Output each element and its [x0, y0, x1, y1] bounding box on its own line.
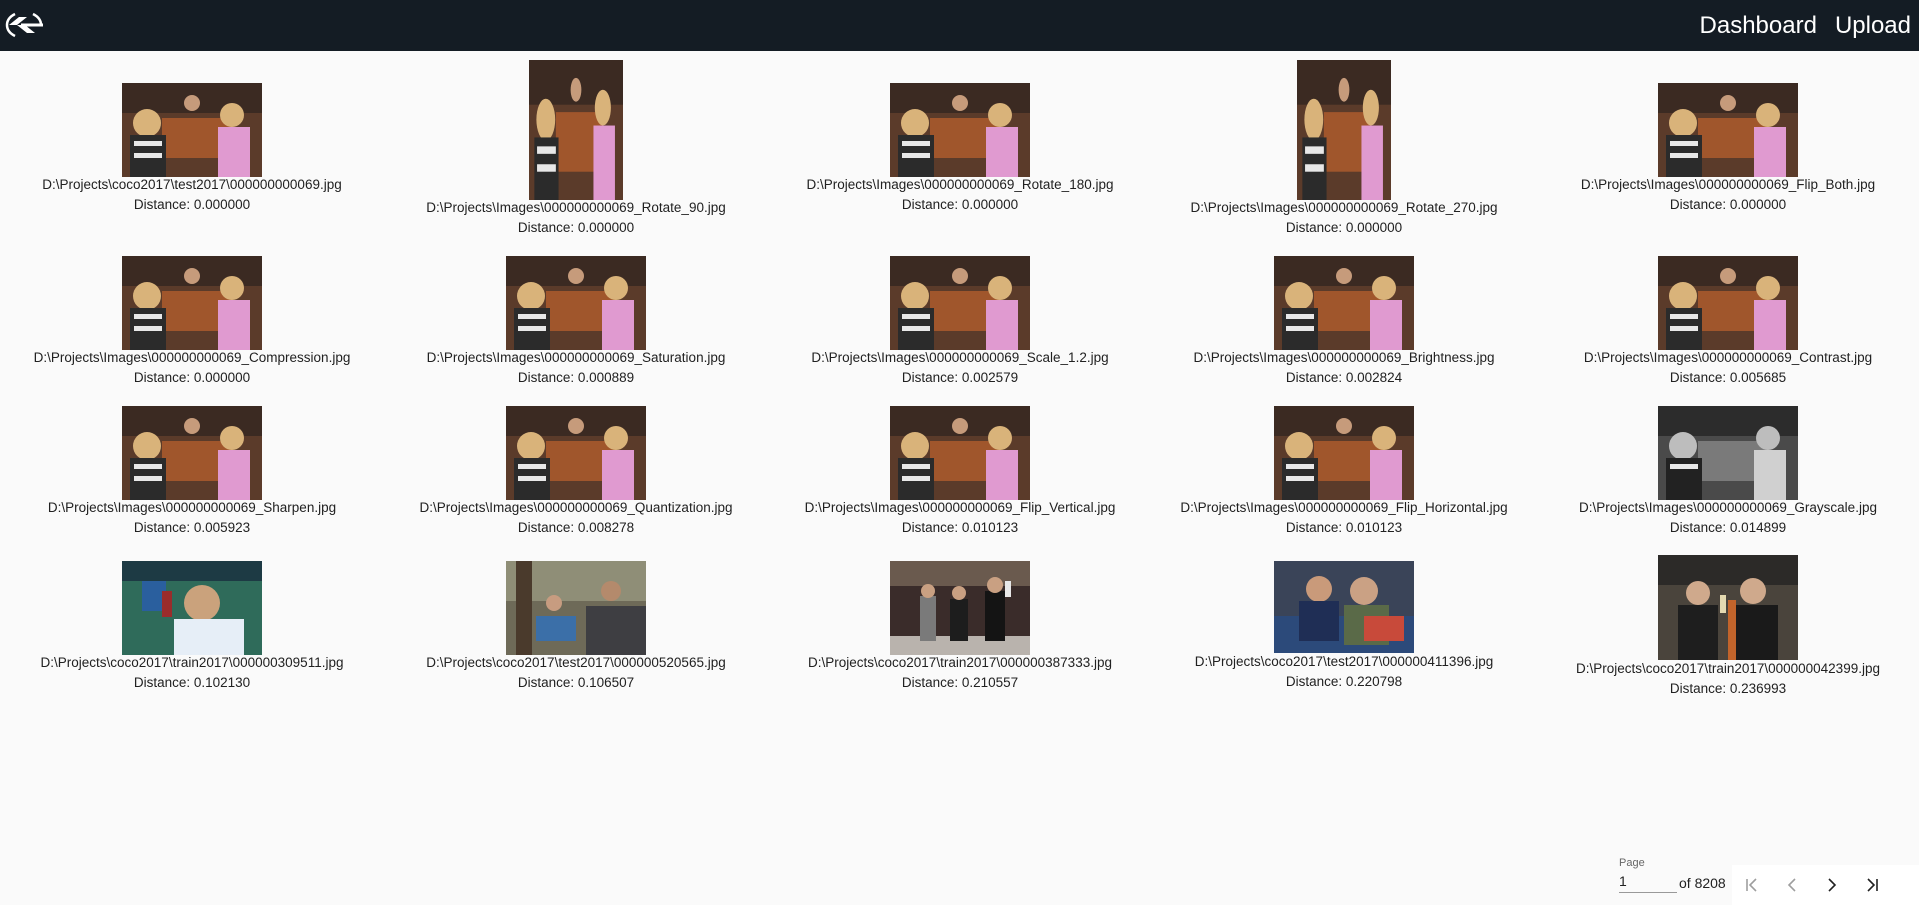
- result-path: D:\Projects\Images\000000000069_Rotate_9…: [426, 200, 726, 215]
- result-thumbnail[interactable]: [890, 83, 1030, 177]
- result-thumbnail[interactable]: [1658, 555, 1798, 660]
- result-path: D:\Projects\coco2017\test2017\0000005205…: [426, 655, 726, 670]
- result-card: D:\Projects\coco2017\train2017\000000042…: [1536, 527, 1919, 707]
- result-thumbnail[interactable]: [122, 256, 262, 350]
- result-thumbnail[interactable]: [890, 561, 1030, 655]
- first-page-icon: [1746, 878, 1757, 892]
- result-distance: Distance: 0.000000: [133, 197, 251, 212]
- nav-dashboard[interactable]: Dashboard: [1696, 0, 1821, 51]
- first-page-button[interactable]: [1732, 865, 1772, 905]
- result-card: D:\Projects\coco2017\train2017\000000309…: [0, 527, 384, 707]
- result-distance: Distance: 0.102130: [133, 675, 251, 690]
- result-path: D:\Projects\Images\000000000069_Flip_Hor…: [1180, 500, 1508, 515]
- result-card: D:\Projects\Images\000000000069_Flip_Hor…: [1152, 373, 1536, 553]
- result-thumbnail[interactable]: [1274, 256, 1414, 350]
- result-path: D:\Projects\Images\000000000069_Contrast…: [1583, 350, 1873, 365]
- last-page-button[interactable]: [1852, 865, 1892, 905]
- result-thumbnail[interactable]: [1658, 83, 1798, 177]
- result-path: D:\Projects\coco2017\train2017\000000042…: [1576, 661, 1880, 676]
- pager-buttons: [1732, 865, 1919, 905]
- top-nav: Dashboard Upload: [1696, 0, 1919, 51]
- result-path: D:\Projects\Images\000000000069_Rotate_2…: [1190, 200, 1498, 215]
- result-path: D:\Projects\Images\000000000069_Saturati…: [426, 350, 726, 365]
- result-path: D:\Projects\Images\000000000069_Compress…: [33, 350, 351, 365]
- next-page-icon: [1828, 878, 1837, 892]
- result-card: D:\Projects\coco2017\test2017\0000000000…: [0, 51, 384, 231]
- result-card: D:\Projects\Images\000000000069_Flip_Ver…: [768, 373, 1152, 553]
- result-thumbnail[interactable]: [506, 561, 646, 655]
- result-card: D:\Projects\Images\000000000069_Grayscal…: [1536, 373, 1919, 553]
- result-path: D:\Projects\Images\000000000069_Quantiza…: [419, 500, 733, 515]
- result-distance: Distance: 0.000000: [1669, 197, 1787, 212]
- page-label: Page: [1619, 857, 1645, 869]
- result-thumbnail[interactable]: [1274, 406, 1414, 500]
- result-path: D:\Projects\Images\000000000069_Grayscal…: [1579, 500, 1877, 515]
- result-thumbnail[interactable]: [1658, 256, 1798, 350]
- result-distance: Distance: 0.106507: [517, 675, 635, 690]
- result-thumbnail[interactable]: [122, 561, 262, 655]
- result-card: D:\Projects\Images\000000000069_Rotate_9…: [384, 51, 768, 235]
- result-path: D:\Projects\coco2017\test2017\0000004113…: [1194, 654, 1494, 669]
- result-card: D:\Projects\Images\000000000069_Flip_Bot…: [1536, 51, 1919, 231]
- result-path: D:\Projects\Images\000000000069_Sharpen.…: [47, 500, 337, 515]
- result-thumbnail[interactable]: [890, 406, 1030, 500]
- result-distance: Distance: 0.236993: [1669, 681, 1787, 696]
- result-path: D:\Projects\coco2017\train2017\000000387…: [808, 655, 1112, 670]
- result-thumbnail[interactable]: [1274, 561, 1414, 653]
- top-app-bar: Dashboard Upload: [0, 0, 1919, 51]
- result-path: D:\Projects\coco2017\test2017\0000000000…: [42, 177, 342, 192]
- result-thumbnail[interactable]: [529, 60, 623, 200]
- paginator: Page of 8208: [1619, 845, 1919, 905]
- result-card: D:\Projects\coco2017\train2017\000000387…: [768, 527, 1152, 707]
- result-distance: Distance: 0.220798: [1285, 674, 1403, 689]
- result-path: D:\Projects\Images\000000000069_Brightne…: [1193, 350, 1495, 365]
- result-thumbnail[interactable]: [122, 83, 262, 177]
- result-distance: Distance: 0.210557: [901, 675, 1019, 690]
- last-page-icon: [1867, 878, 1878, 892]
- result-card: D:\Projects\coco2017\test2017\0000005205…: [384, 527, 768, 707]
- next-page-button[interactable]: [1812, 865, 1852, 905]
- result-path: D:\Projects\Images\000000000069_Flip_Ver…: [804, 500, 1116, 515]
- result-card: D:\Projects\coco2017\test2017\0000004113…: [1152, 527, 1536, 707]
- result-card: D:\Projects\Images\000000000069_Quantiza…: [384, 373, 768, 553]
- previous-page-icon: [1787, 878, 1796, 892]
- page-count: of 8208: [1679, 875, 1726, 891]
- result-thumbnail[interactable]: [890, 256, 1030, 350]
- result-card: D:\Projects\Images\000000000069_Sharpen.…: [0, 373, 384, 553]
- result-thumbnail[interactable]: [506, 406, 646, 500]
- result-thumbnail[interactable]: [1658, 406, 1798, 500]
- previous-page-button[interactable]: [1772, 865, 1812, 905]
- result-card: D:\Projects\Images\000000000069_Rotate_2…: [1152, 51, 1536, 235]
- logo-icon[interactable]: [3, 8, 45, 42]
- result-path: D:\Projects\Images\000000000069_Rotate_1…: [806, 177, 1114, 192]
- result-distance: Distance: 0.000000: [901, 197, 1019, 212]
- result-thumbnail[interactable]: [1297, 60, 1391, 200]
- nav-upload[interactable]: Upload: [1831, 0, 1915, 51]
- result-path: D:\Projects\Images\000000000069_Scale_1.…: [811, 350, 1109, 365]
- result-path: D:\Projects\coco2017\train2017\000000309…: [40, 655, 344, 670]
- page-input[interactable]: [1619, 870, 1677, 893]
- result-card: D:\Projects\Images\000000000069_Rotate_1…: [768, 51, 1152, 231]
- result-thumbnail[interactable]: [506, 256, 646, 350]
- result-path: D:\Projects\Images\000000000069_Flip_Bot…: [1580, 177, 1876, 192]
- result-thumbnail[interactable]: [122, 406, 262, 500]
